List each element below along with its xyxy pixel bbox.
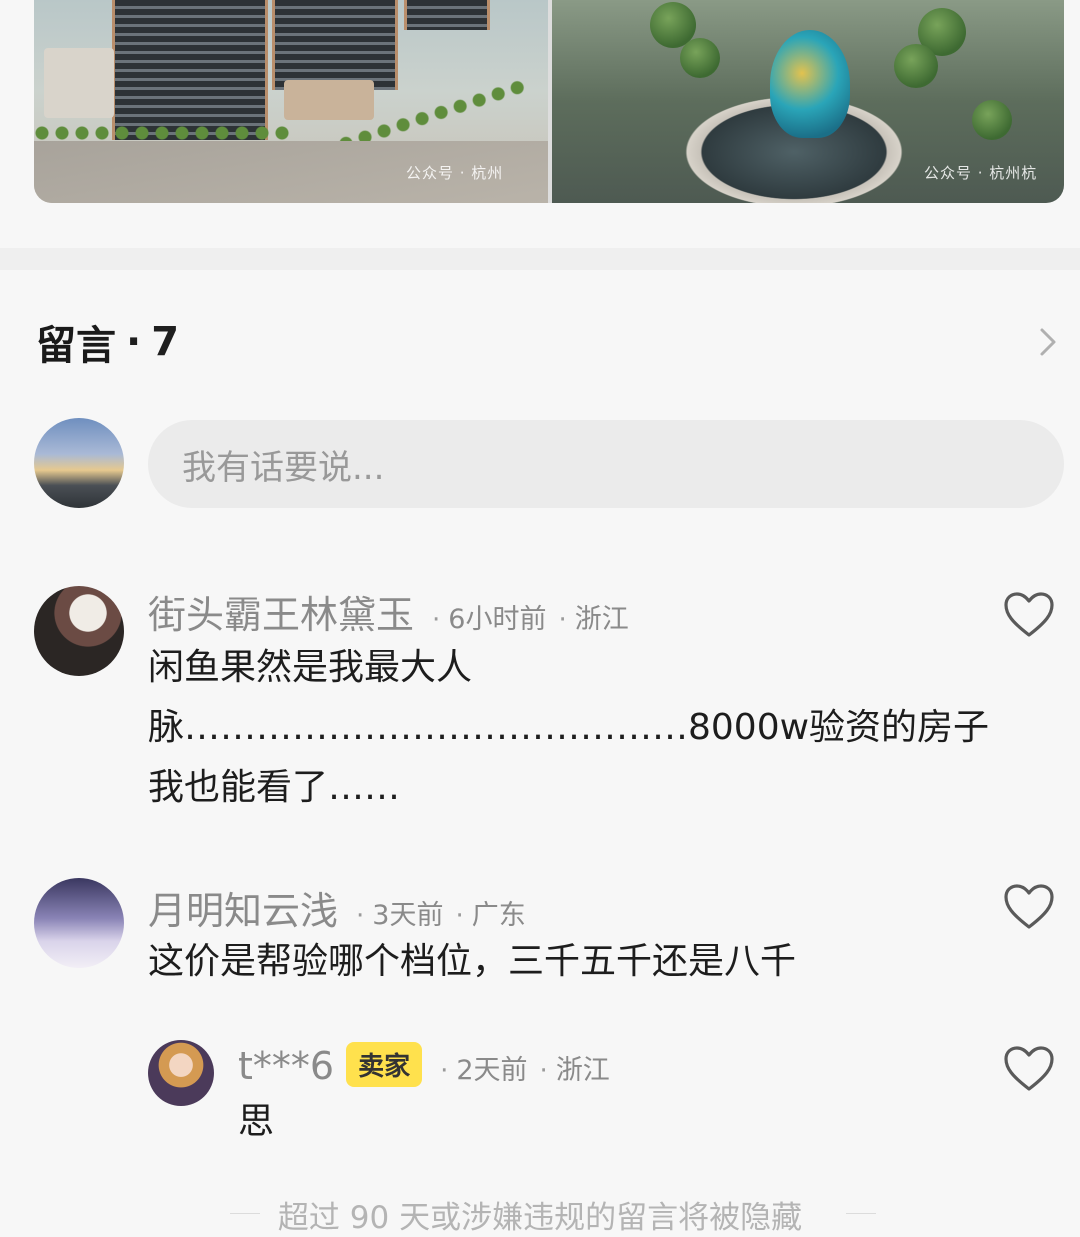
comments-header[interactable]: 留言 · 7 [36,314,1066,370]
chevron-right-icon[interactable] [1030,324,1066,360]
current-user-avatar[interactable] [34,418,124,508]
comment-text[interactable]: 这价是帮验哪个档位，三千五千还是八千 [148,932,796,992]
hidden-comments-note: 超过 90 天或涉嫌违规的留言将被隐藏 [277,1200,803,1236]
reply-line: 思 [238,1101,275,1142]
commenter-avatar[interactable] [34,586,124,676]
commenter-name[interactable]: 月明知云浅 [148,880,338,935]
like-heart-icon[interactable] [1002,882,1056,932]
side-building [44,48,114,118]
comment-meta: 月明知云浅 · 3天前 · 广东 [148,880,526,935]
sculpture [770,30,850,138]
like-heart-icon[interactable] [1002,1044,1056,1094]
meta-dot: · [432,605,441,635]
seller-badge: 卖家 [346,1042,423,1087]
comment-meta: 街头霸王林黛玉 · 6小时前 · 浙江 [148,584,629,639]
section-divider [0,248,1080,270]
bush [894,44,938,88]
watermark-text: 公众号 · 杭州 [406,164,504,182]
meta-dot: · [440,1056,449,1086]
comments-count: 7 [151,319,180,365]
comment-item: 月明知云浅 · 3天前 · 广东 这价是帮验哪个档位，三千五千还是八千 [34,876,1064,996]
comment-text[interactable]: 闲鱼果然是我最大人 脉……………………………………8000w验资的房子 我也能看… [148,638,989,818]
meta-dot: · [455,901,464,931]
commenter-name[interactable]: 街头霸王林黛玉 [148,584,414,639]
tower-middle [272,0,398,90]
meta-dot: · [539,1056,548,1086]
tower-left [112,0,268,140]
watermark-text: 公众号 · 杭州杭 [924,164,1038,182]
comment-line: 我也能看了…… [148,767,401,808]
comment-input[interactable]: 我有话要说... [148,420,1064,508]
bush [972,100,1012,140]
comment-item: 街头霸王林黛玉 · 6小时前 · 浙江 闲鱼果然是我最大人 脉………………………… [34,584,1064,814]
tree-row [34,125,294,141]
podium [284,80,374,120]
reply-meta: t***6 卖家 · 2天前 · 浙江 [238,1042,610,1091]
reply-text[interactable]: 思 [238,1092,274,1152]
comment-region: 浙江 [574,604,629,635]
comment-line: 这价是帮验哪个档位，三千五千还是八千 [148,941,797,982]
comments-title: 留言 [36,323,116,369]
meta-dot: · [356,901,365,931]
comment-time: 6小时前 [448,604,547,635]
commenter-avatar[interactable] [34,878,124,968]
bush [680,38,720,78]
tower-right [404,0,490,30]
photo-sculpture-garden[interactable]: 公众号 · 杭州杭 [552,0,1064,203]
title-separator: · [126,319,142,365]
article-image-strip: 公众号 · 杭州 公众号 · 杭州杭 [34,0,1064,203]
reply-avatar[interactable] [148,1040,214,1106]
footer-divider-right [846,1213,876,1214]
reply-item: t***6 卖家 · 2天前 · 浙江 思 [34,1038,1064,1148]
meta-dot: · [558,605,567,635]
comment-region: 广东 [471,900,526,931]
reply-time: 2天前 [456,1055,528,1086]
comment-input-placeholder: 我有话要说... [182,447,385,488]
comment-line: 闲鱼果然是我最大人 [148,647,473,688]
like-heart-icon[interactable] [1002,590,1056,640]
comment-line: 脉……………………………………8000w验资的房子 [148,707,990,748]
comment-time: 3天前 [372,900,444,931]
reply-region: 浙江 [555,1055,610,1086]
photo-building-model[interactable]: 公众号 · 杭州 [34,0,548,203]
reply-name[interactable]: t***6 [238,1044,334,1088]
